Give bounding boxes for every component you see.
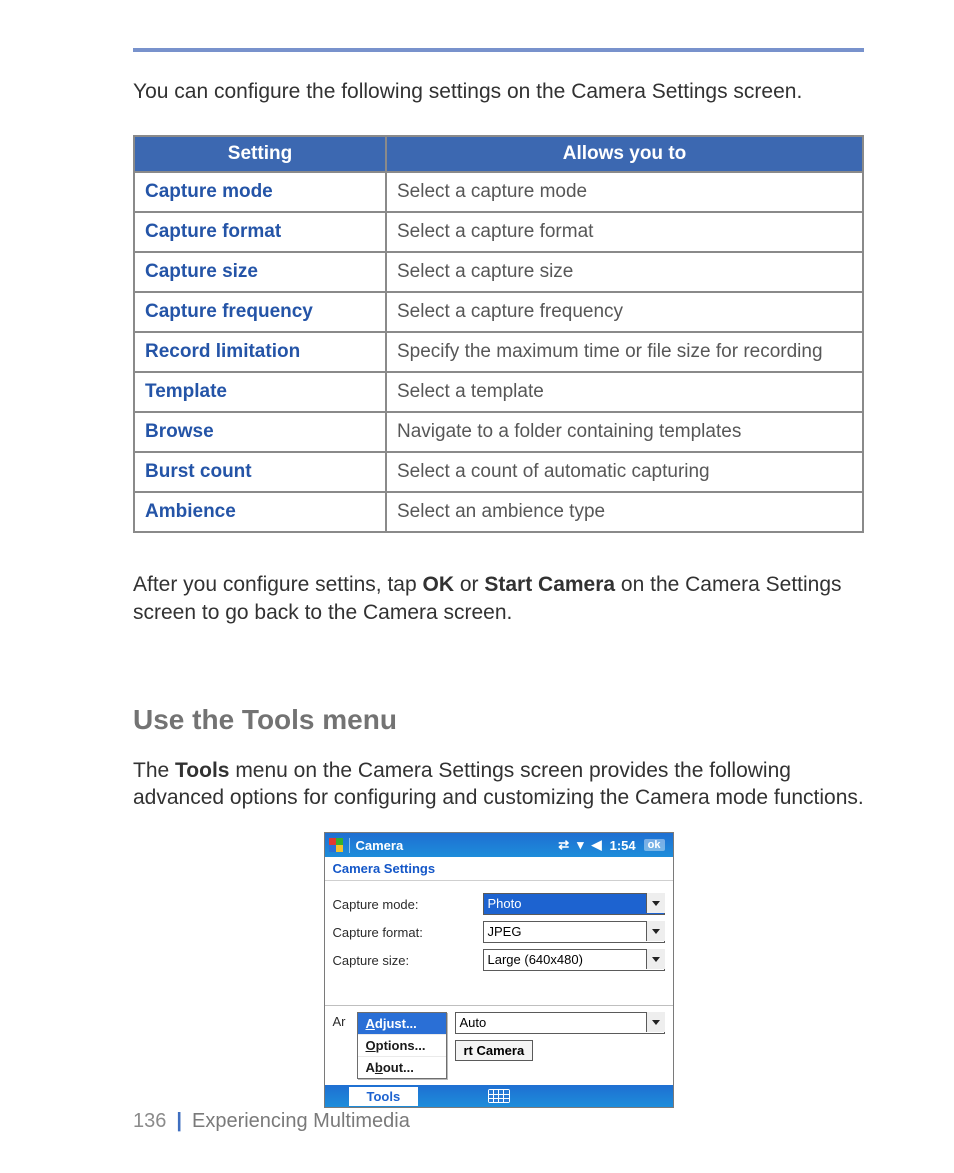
label-capture-size: Capture size: xyxy=(333,953,483,968)
start-camera-button[interactable]: rt Camera xyxy=(455,1040,534,1061)
setting-desc-cell: Specify the maximum time or file size fo… xyxy=(386,332,863,372)
post-table-paragraph: After you configure settins, tap OK or S… xyxy=(133,571,864,626)
windows-flag-icon xyxy=(329,838,343,852)
device-status-area: ⇄ ▾ ◀ 1:54 ok xyxy=(558,837,668,853)
dropdown-auto[interactable]: Auto xyxy=(455,1012,665,1034)
post-table-ok: OK xyxy=(423,573,455,596)
setting-desc-cell: Select a template xyxy=(386,372,863,412)
chevron-down-icon[interactable] xyxy=(646,949,665,969)
tools-menu-paragraph: The Tools menu on the Camera Settings sc… xyxy=(133,757,864,812)
table-header-allows: Allows you to xyxy=(386,136,863,172)
dropdown-capture-size-value: Large (640x480) xyxy=(483,949,665,971)
chevron-down-icon[interactable] xyxy=(646,893,665,913)
setting-name-cell: Capture mode xyxy=(134,172,386,212)
label-capture-format: Capture format: xyxy=(333,925,483,940)
setting-desc-cell: Navigate to a folder containing template… xyxy=(386,412,863,452)
table-header-setting: Setting xyxy=(134,136,386,172)
dropdown-auto-value: Auto xyxy=(455,1012,665,1034)
setting-name-cell: Capture frequency xyxy=(134,292,386,332)
settings-table: Setting Allows you to Capture modeSelect… xyxy=(133,135,864,533)
table-row: Record limitationSpecify the maximum tim… xyxy=(134,332,863,372)
speaker-icon: ◀ xyxy=(592,837,602,853)
footer-section: Experiencing Multimedia xyxy=(192,1110,410,1133)
post-table-mid: or xyxy=(454,573,484,596)
setting-desc-cell: Select a capture frequency xyxy=(386,292,863,332)
tools-body-pre: The xyxy=(133,759,175,782)
tools-body-post: menu on the Camera Settings screen provi… xyxy=(133,759,864,809)
top-rule xyxy=(133,48,864,52)
setting-name-cell: Record limitation xyxy=(134,332,386,372)
table-row: Capture sizeSelect a capture size xyxy=(134,252,863,292)
dropdown-capture-size[interactable]: Large (640x480) xyxy=(483,949,665,971)
row-capture-size: Capture size: Large (640x480) xyxy=(333,949,665,971)
label-capture-mode: Capture mode: xyxy=(333,897,483,912)
signal-icon: ▾ xyxy=(577,837,584,853)
setting-name-cell: Capture size xyxy=(134,252,386,292)
menu-item-about[interactable]: About... xyxy=(358,1057,446,1078)
table-row: Capture formatSelect a capture format xyxy=(134,212,863,252)
setting-desc-cell: Select a count of automatic capturing xyxy=(386,452,863,492)
setting-name-cell: Capture format xyxy=(134,212,386,252)
setting-name-cell: Template xyxy=(134,372,386,412)
post-table-pre: After you configure settins, tap xyxy=(133,573,423,596)
table-row: Burst countSelect a count of automatic c… xyxy=(134,452,863,492)
setting-name-cell: Burst count xyxy=(134,452,386,492)
device-ok-button[interactable]: ok xyxy=(644,839,665,851)
dropdown-capture-mode-value: Photo xyxy=(483,893,665,915)
setting-desc-cell: Select a capture size xyxy=(386,252,863,292)
connectivity-icon: ⇄ xyxy=(558,837,569,853)
dropdown-capture-format[interactable]: JPEG xyxy=(483,921,665,943)
row-capture-format: Capture format: JPEG xyxy=(333,921,665,943)
device-clock: 1:54 xyxy=(610,838,636,853)
setting-desc-cell: Select a capture format xyxy=(386,212,863,252)
post-table-startcamera: Start Camera xyxy=(484,573,615,596)
chevron-down-icon[interactable] xyxy=(646,921,665,941)
table-row: Capture frequencySelect a capture freque… xyxy=(134,292,863,332)
device-screenshot: Camera ⇄ ▾ ◀ 1:54 ok Camera Settings Cap… xyxy=(324,832,674,1108)
keyboard-icon[interactable] xyxy=(488,1089,510,1103)
setting-desc-cell: Select a capture mode xyxy=(386,172,863,212)
device-titlebar: Camera ⇄ ▾ ◀ 1:54 ok xyxy=(325,833,673,857)
tools-popup-menu: Adjust... Options... About... xyxy=(357,1012,447,1079)
intro-paragraph: You can configure the following settings… xyxy=(133,78,864,105)
menu-item-adjust[interactable]: Adjust... xyxy=(358,1013,446,1035)
menu-item-options[interactable]: Options... xyxy=(358,1035,446,1057)
table-row: AmbienceSelect an ambience type xyxy=(134,492,863,532)
setting-name-cell: Ambience xyxy=(134,492,386,532)
device-panel-title: Camera Settings xyxy=(325,857,673,881)
table-row: TemplateSelect a template xyxy=(134,372,863,412)
device-title-text: Camera xyxy=(349,838,404,853)
device-bottombar: Tools xyxy=(325,1085,673,1107)
row-capture-mode: Capture mode: Photo xyxy=(333,893,665,915)
table-row: BrowseNavigate to a folder containing te… xyxy=(134,412,863,452)
setting-desc-cell: Select an ambience type xyxy=(386,492,863,532)
footer-divider: | xyxy=(176,1110,182,1133)
table-row: Capture modeSelect a capture mode xyxy=(134,172,863,212)
clipped-label-ar: Ar xyxy=(333,1012,357,1029)
page-footer: 136 | Experiencing Multimedia xyxy=(133,1110,410,1133)
tools-menu-heading: Use the Tools menu xyxy=(133,704,864,736)
dropdown-capture-format-value: JPEG xyxy=(483,921,665,943)
device-form: Capture mode: Photo Capture format: JPEG… xyxy=(325,881,673,995)
dropdown-capture-mode[interactable]: Photo xyxy=(483,893,665,915)
page-number: 136 xyxy=(133,1110,166,1133)
tools-tab[interactable]: Tools xyxy=(349,1087,419,1106)
tools-body-bold: Tools xyxy=(175,759,229,782)
setting-name-cell: Browse xyxy=(134,412,386,452)
device-lower-area: Ar Adjust... Options... About... Auto rt… xyxy=(325,1006,673,1085)
chevron-down-icon[interactable] xyxy=(646,1012,665,1032)
